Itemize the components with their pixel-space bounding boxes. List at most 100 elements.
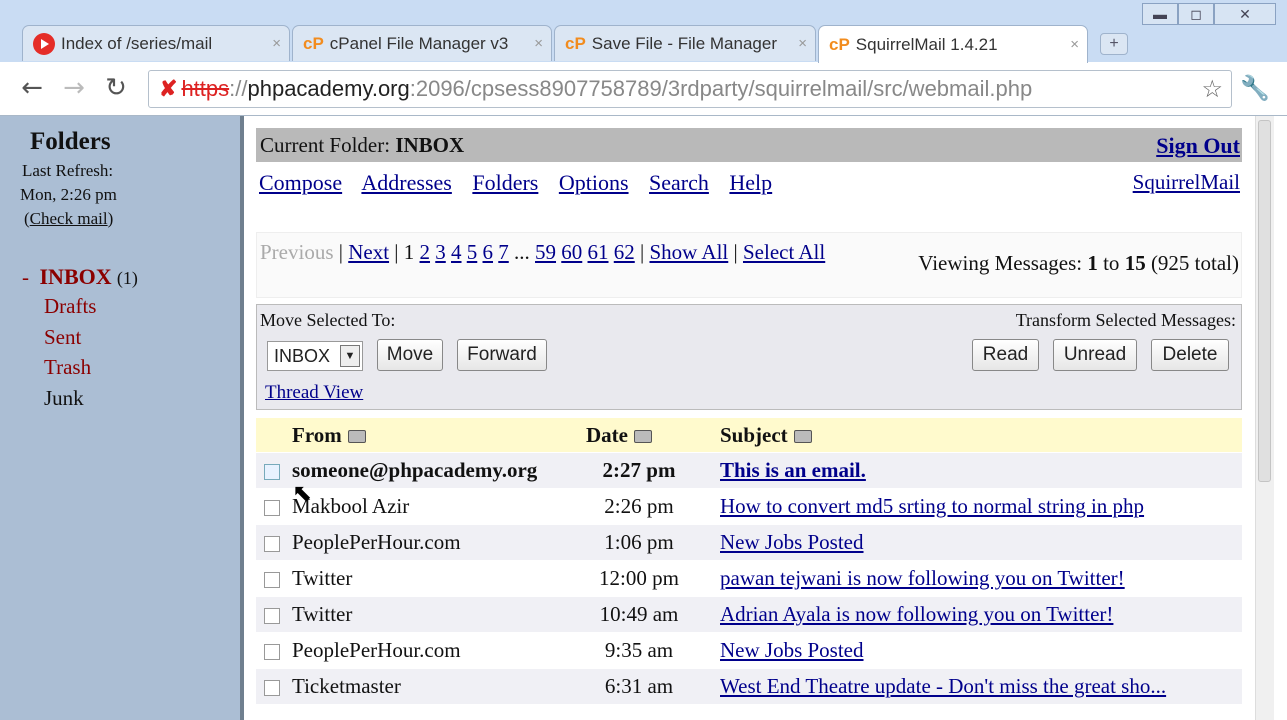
page-link[interactable]: 60 xyxy=(561,240,582,264)
squirrelmail-link[interactable]: SquirrelMail xyxy=(1133,170,1240,195)
checkbox-header xyxy=(256,418,292,453)
sort-icon[interactable] xyxy=(347,430,366,444)
delete-button[interactable]: Delete xyxy=(1151,339,1229,371)
subject-header-label: Subject xyxy=(720,422,788,447)
table-row[interactable]: Twitter 12:00 pm pawan tejwani is now fo… xyxy=(256,560,1242,597)
table-row[interactable]: Makbool Azir 2:26 pm How to convert md5 … xyxy=(256,488,1242,525)
chevron-down-icon[interactable]: ▼ xyxy=(340,345,360,367)
folder-sent[interactable]: Sent xyxy=(44,325,81,350)
close-icon[interactable]: × xyxy=(1070,36,1079,53)
move-button[interactable]: Move xyxy=(377,339,443,371)
message-checkbox[interactable] xyxy=(264,572,280,589)
message-checkbox[interactable] xyxy=(264,500,280,517)
tab-title: cPanel File Manager v3 xyxy=(329,33,509,53)
message-subject-link[interactable]: How to convert md5 srting to normal stri… xyxy=(720,494,1144,518)
message-checkbox[interactable] xyxy=(264,608,280,625)
close-window-button[interactable]: ✕ xyxy=(1214,3,1276,25)
message-subject-link[interactable]: New Jobs Posted xyxy=(720,638,864,662)
page-link[interactable]: 2 xyxy=(420,240,431,264)
table-header: From Date Subject xyxy=(256,418,1242,453)
table-row[interactable]: PeoplePerHour.com 1:06 pm New Jobs Poste… xyxy=(256,524,1242,561)
close-icon[interactable]: × xyxy=(272,35,281,52)
tab-title: Index of /series/mail xyxy=(61,33,213,53)
show-all-link[interactable]: Show All xyxy=(649,240,728,264)
search-link[interactable]: Search xyxy=(649,170,709,195)
read-button[interactable]: Read xyxy=(972,339,1039,371)
new-tab-button[interactable]: + xyxy=(1100,33,1128,55)
page-link[interactable]: 62 xyxy=(614,240,635,264)
table-row[interactable]: PeoplePerHour.com 9:35 am New Jobs Poste… xyxy=(256,632,1242,669)
last-refresh-time: Mon, 2:26 pm xyxy=(20,185,117,204)
sign-out-link[interactable]: Sign Out xyxy=(1156,133,1240,159)
tab-squirrelmail[interactable]: cP SquirrelMail 1.4.21 × xyxy=(818,25,1088,63)
star-icon[interactable]: ☆ xyxy=(1201,75,1223,104)
tab-save-file[interactable]: cP Save File - File Manager × xyxy=(554,25,816,61)
message-from: Makbool Azir xyxy=(292,488,572,525)
compose-link[interactable]: Compose xyxy=(259,170,342,195)
subject-column-header[interactable]: Subject xyxy=(706,418,1242,453)
message-subject-link[interactable]: pawan tejwani is now following you on Tw… xyxy=(720,566,1125,590)
page-link[interactable]: 59 xyxy=(535,240,556,264)
from-column-header[interactable]: From xyxy=(292,418,572,453)
message-checkbox[interactable] xyxy=(264,536,280,553)
options-link[interactable]: Options xyxy=(559,170,629,195)
message-checkbox[interactable] xyxy=(264,644,280,661)
message-list-pane: Current Folder: INBOX Sign Out Compose A… xyxy=(244,116,1287,720)
page-ellipsis: ... xyxy=(514,240,530,264)
table-row[interactable]: Twitter 10:49 am Adrian Ayala is now fol… xyxy=(256,596,1242,633)
page-link[interactable]: 7 xyxy=(498,240,509,264)
page-link[interactable]: 5 xyxy=(467,240,478,264)
tab-cpanel-file-manager[interactable]: cP cPanel File Manager v3 × xyxy=(292,25,552,61)
mouse-cursor-icon: ⬉ xyxy=(292,479,313,507)
message-subject-link[interactable]: West End Theatre update - Don't miss the… xyxy=(720,674,1166,698)
back-arrow-icon[interactable]: ← xyxy=(14,70,50,106)
message-checkbox[interactable] xyxy=(264,680,280,697)
page-link[interactable]: 4 xyxy=(451,240,462,264)
message-checkbox[interactable] xyxy=(264,464,280,481)
message-subject-link[interactable]: This is an email. xyxy=(720,458,866,482)
next-page-link[interactable]: Next xyxy=(348,240,389,264)
folders-link[interactable]: Folders xyxy=(472,170,538,195)
sort-icon[interactable] xyxy=(633,430,652,444)
help-link[interactable]: Help xyxy=(729,170,772,195)
wrench-icon[interactable]: 🔧 xyxy=(1240,74,1270,102)
message-subject-link[interactable]: New Jobs Posted xyxy=(720,530,864,554)
reload-icon[interactable]: ↻ xyxy=(98,70,134,106)
folder-inbox[interactable]: - INBOX (1) xyxy=(22,264,138,290)
page-link[interactable]: 6 xyxy=(483,240,494,264)
table-row[interactable]: someone@phpacademy.org 2:27 pm This is a… xyxy=(256,452,1242,489)
addresses-link[interactable]: Addresses xyxy=(361,170,451,195)
main-menu: Compose Addresses Folders Options Search… xyxy=(259,170,787,196)
unread-button[interactable]: Unread xyxy=(1053,339,1137,371)
check-mail-link[interactable]: Check mail xyxy=(30,209,108,228)
date-column-header[interactable]: Date xyxy=(572,418,706,453)
sort-icon[interactable] xyxy=(793,430,812,444)
close-icon[interactable]: × xyxy=(798,35,807,52)
inbox-label[interactable]: INBOX xyxy=(40,264,112,289)
tab-index-series-mail[interactable]: Index of /series/mail × xyxy=(22,25,290,61)
message-date: 1:06 pm xyxy=(572,524,706,561)
minimize-button[interactable]: ▬ xyxy=(1142,3,1178,25)
folder-drafts[interactable]: Drafts xyxy=(44,294,96,319)
message-subject-link[interactable]: Adrian Ayala is now following you on Twi… xyxy=(720,602,1113,626)
move-folder-select[interactable]: INBOX ▼ xyxy=(267,341,363,371)
address-bar[interactable]: ✘ https://phpacademy.org:2096/cpsess8907… xyxy=(148,70,1232,108)
row-checkbox-cell xyxy=(256,596,292,633)
select-all-link[interactable]: Select All xyxy=(743,240,825,264)
viewing-prefix: Viewing Messages: xyxy=(918,251,1083,275)
page-link[interactable]: 3 xyxy=(435,240,446,264)
message-date: 10:49 am xyxy=(572,596,706,633)
forward-arrow-icon[interactable]: → xyxy=(56,70,92,106)
current-folder-bar: Current Folder: INBOX Sign Out xyxy=(256,128,1242,162)
thread-view-link[interactable]: Thread View xyxy=(265,382,363,404)
row-checkbox-cell xyxy=(256,452,292,489)
scrollbar-thumb[interactable] xyxy=(1258,120,1271,482)
maximize-button[interactable]: ◻ xyxy=(1178,3,1214,25)
close-icon[interactable]: × xyxy=(534,35,543,52)
page-link[interactable]: 61 xyxy=(588,240,609,264)
message-date: 6:31 am xyxy=(572,668,706,704)
table-row[interactable]: Ticketmaster 6:31 am West End Theatre up… xyxy=(256,668,1242,704)
folder-trash[interactable]: Trash xyxy=(44,355,91,380)
forward-button[interactable]: Forward xyxy=(457,339,547,371)
current-folder-name: INBOX xyxy=(395,133,465,157)
